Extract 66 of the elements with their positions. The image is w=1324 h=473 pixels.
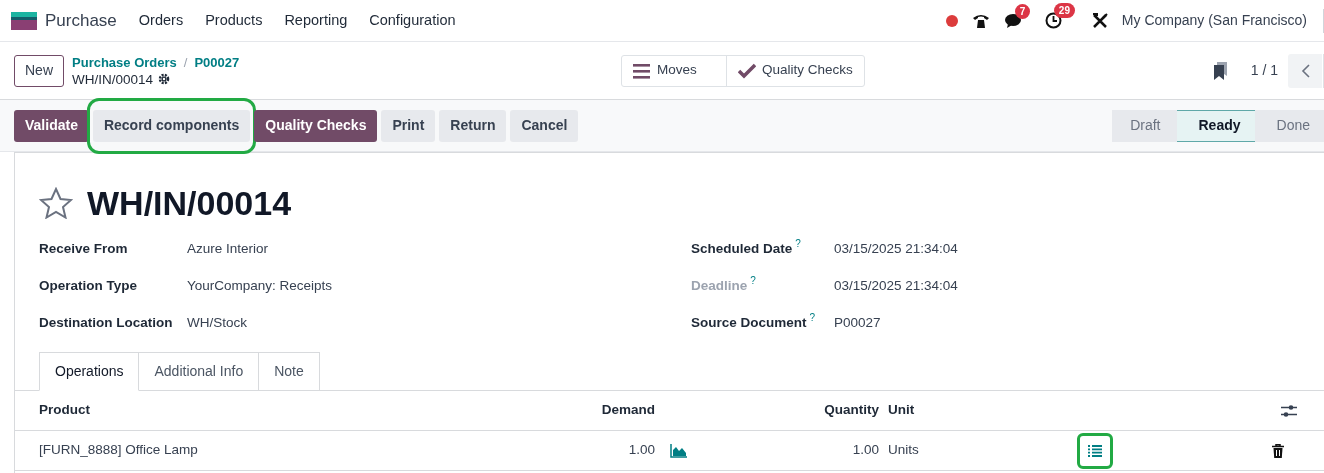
field-value: WH/Stock [187,314,247,333]
chevron-left-icon [1300,63,1310,78]
action-button[interactable]: Validate [14,109,89,142]
record-title: WH/IN/00014 [87,182,292,224]
action-button[interactable]: Return [439,109,507,142]
table-cell-text: 1.00 [852,441,879,460]
new-button[interactable]: New [14,54,64,87]
star-icon[interactable] [39,187,73,219]
help-tooltip[interactable]: ? [750,276,756,287]
column-header[interactable]: Unit [879,400,1279,421]
breadcrumb-link[interactable]: P00027 [194,53,240,71]
field-label: Receive From [39,240,129,259]
trash-icon[interactable] [1272,443,1284,458]
list-icon[interactable] [1088,444,1102,457]
help-tooltip[interactable]: ? [809,313,816,324]
menu-item[interactable]: Reporting [284,9,348,32]
app-name[interactable]: Purchase [45,7,117,34]
field-value: P00027 [834,314,881,333]
column-header[interactable]: Quantity [655,400,879,421]
phone-icon[interactable] [971,12,990,29]
tools-icon[interactable] [1091,12,1108,29]
action-button[interactable]: Print [381,109,436,142]
smart-button[interactable]: Quality Checks [726,55,864,86]
field-value: 03/15/2025 21:34:04 [834,277,958,296]
field-value: Azure Interior [187,240,269,259]
action-button[interactable]: Cancel [510,109,579,142]
field-label: Source Document [691,314,807,333]
smart-button[interactable]: Moves [622,55,726,86]
tab[interactable]: Note [259,352,320,391]
column-header[interactable]: Product [15,400,535,421]
field-value: YourCompany: Receipts [187,277,333,296]
status-step[interactable]: Draft [1112,109,1177,142]
pager-value[interactable]: 1 / 1 [1250,60,1278,81]
field-label: Scheduled Date [691,240,793,259]
gear-icon[interactable] [158,73,171,85]
area-chart-icon[interactable] [670,443,688,458]
breadcrumb-link[interactable]: Purchase Orders [72,53,177,71]
help-tooltip[interactable]: ? [795,239,801,250]
field-value: 03/15/2025 21:34:04 [834,240,958,259]
status-step[interactable]: Done [1254,109,1324,142]
field-label: Destination Location [39,314,174,333]
record-name: WH/IN/00014 [72,70,154,88]
notification-badge: 7 [1014,3,1031,19]
field-label: Deadline [691,277,748,296]
menu-item[interactable]: Configuration [369,9,456,32]
menu-item[interactable]: Orders [138,9,184,32]
table-cell-text: [FURN_8888] Office Lamp [38,441,199,460]
company-switcher[interactable]: My Company (San Francisco) [1121,10,1307,31]
breadcrumb-separator: / [183,53,188,71]
table-cell-text: 1.00 [627,441,655,460]
notification-badge: 29 [1053,3,1075,18]
action-button[interactable]: Record components [92,109,251,142]
menu-item[interactable]: Products [205,9,263,32]
settings-sliders-icon[interactable] [1281,403,1297,418]
field-label: Operation Type [39,277,138,296]
tab[interactable]: Additional Info [139,352,260,391]
status-step[interactable]: Ready [1176,109,1255,142]
action-button[interactable]: Quality Checks [254,109,378,142]
tab[interactable]: Operations [39,352,140,391]
bookmark-icon[interactable] [1212,61,1229,80]
clock-icon[interactable] [1044,12,1062,29]
column-header[interactable]: Demand [535,400,655,421]
list-icon [633,62,651,79]
table-cell-text: Units [887,441,920,460]
checkmark-icon [738,62,756,79]
app-logo-icon [11,11,37,30]
